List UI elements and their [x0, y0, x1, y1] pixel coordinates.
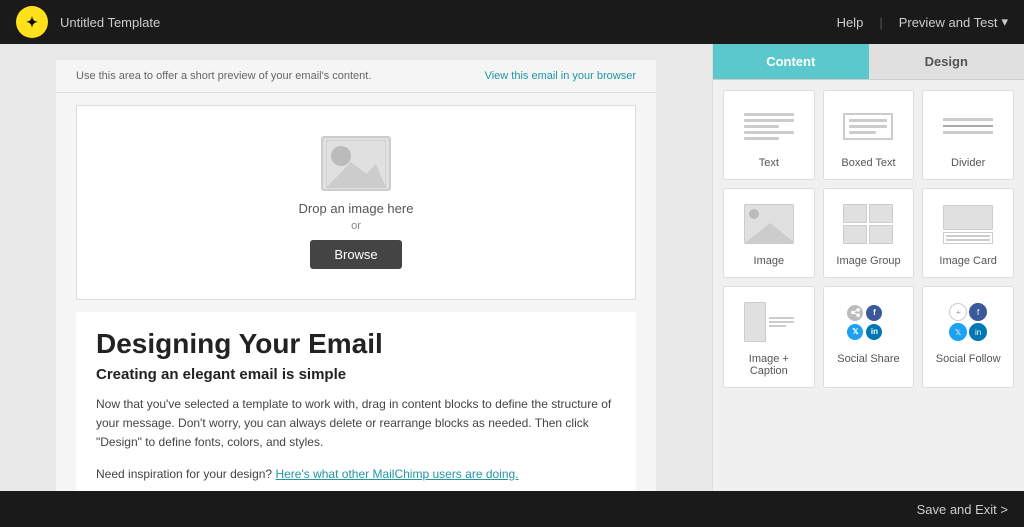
block-image-label: Image — [754, 255, 785, 267]
share-icon-facebook: f — [866, 305, 882, 321]
view-browser-link[interactable]: View this email in your browser — [485, 70, 636, 82]
nav-separator: | — [879, 15, 882, 30]
main-content: Use this area to offer a short preview o… — [0, 44, 1024, 491]
block-boxed-text-label: Boxed Text — [841, 157, 895, 169]
email-canvas-wrapper[interactable]: Use this area to offer a short preview o… — [0, 44, 712, 491]
preview-text-bar: Use this area to offer a short preview o… — [56, 60, 656, 93]
right-panel: Content Design Text — [712, 44, 1024, 491]
block-image[interactable]: Image — [723, 188, 815, 278]
mailchimp-logo: ✦ — [16, 6, 48, 38]
paragraph-2-prefix: Need inspiration for your design? — [96, 467, 272, 481]
block-image-caption-label: Image + Caption — [730, 353, 808, 377]
block-image-caption[interactable]: Image + Caption — [723, 286, 815, 388]
block-image-group[interactable]: Image Group — [823, 188, 915, 278]
block-text[interactable]: Text — [723, 90, 815, 180]
inspiration-link[interactable]: Here's what other MailChimp users are do… — [275, 467, 518, 481]
top-navigation: ✦ Untitled Template Help | Preview and T… — [0, 0, 1024, 44]
browse-button[interactable]: Browse — [310, 240, 401, 269]
block-social-follow[interactable]: + f 𝕏 in Social Follow — [922, 286, 1014, 388]
block-divider[interactable]: Divider — [922, 90, 1014, 180]
email-paragraph-2: Need inspiration for your design? Here's… — [96, 465, 616, 484]
bottom-bar: Save and Exit > — [0, 491, 1024, 527]
panel-content: Text Boxed Text — [713, 80, 1024, 491]
email-subheading: Creating an elegant email is simple — [96, 366, 616, 383]
block-divider-label: Divider — [951, 157, 985, 169]
block-social-follow-label: Social Follow — [936, 353, 1001, 365]
share-icon-twitter: 𝕏 — [847, 324, 863, 340]
follow-icon-twitter: 𝕏 — [949, 323, 967, 341]
email-canvas: Use this area to offer a short preview o… — [56, 60, 656, 491]
tab-design[interactable]: Design — [869, 44, 1024, 79]
image-caption-block-icon — [739, 297, 799, 347]
tab-content[interactable]: Content — [713, 44, 869, 79]
chevron-down-icon: ▾ — [1001, 14, 1008, 30]
block-image-group-label: Image Group — [836, 255, 900, 267]
follow-icon-linkedin: in — [969, 323, 987, 341]
email-body: Designing Your Email Creating an elegant… — [76, 312, 636, 491]
preview-text: Use this area to offer a short preview o… — [76, 70, 371, 82]
email-paragraph-1: Now that you've selected a template to w… — [96, 395, 616, 453]
block-text-label: Text — [759, 157, 779, 169]
image-placeholder-svg — [326, 140, 386, 188]
block-image-card[interactable]: Image Card — [922, 188, 1014, 278]
image-drop-zone[interactable]: Drop an image here or Browse — [76, 105, 636, 300]
boxed-text-block-icon — [838, 101, 898, 151]
social-follow-block-icon: + f 𝕏 in — [938, 297, 998, 347]
follow-icon-facebook: f — [969, 303, 987, 321]
share-icon-linkedin: in — [866, 324, 882, 340]
block-image-card-label: Image Card — [939, 255, 996, 267]
follow-icon-plus: + — [949, 303, 967, 321]
nav-right: Help | Preview and Test ▾ — [837, 14, 1008, 30]
image-placeholder-icon — [321, 136, 391, 191]
save-exit-button[interactable]: Save and Exit > — [917, 502, 1008, 517]
block-social-share-label: Social Share — [837, 353, 899, 365]
social-share-block-icon: f 𝕏 in — [838, 297, 898, 347]
text-block-icon — [739, 101, 799, 151]
preview-test-button[interactable]: Preview and Test ▾ — [899, 14, 1008, 30]
image-group-block-icon — [838, 199, 898, 249]
block-social-share[interactable]: f 𝕏 in Social Share — [823, 286, 915, 388]
share-icon-gray — [847, 305, 863, 321]
divider-block-icon — [938, 101, 998, 151]
template-title: Untitled Template — [60, 15, 160, 30]
email-heading: Designing Your Email — [96, 328, 616, 360]
help-link[interactable]: Help — [837, 15, 864, 30]
block-boxed-text[interactable]: Boxed Text — [823, 90, 915, 180]
content-blocks-grid: Text Boxed Text — [723, 90, 1014, 388]
image-block-icon — [739, 199, 799, 249]
panel-tabs: Content Design — [713, 44, 1024, 80]
image-card-block-icon — [938, 199, 998, 249]
drop-text: Drop an image here — [299, 201, 414, 216]
drop-or-text: or — [351, 220, 361, 232]
